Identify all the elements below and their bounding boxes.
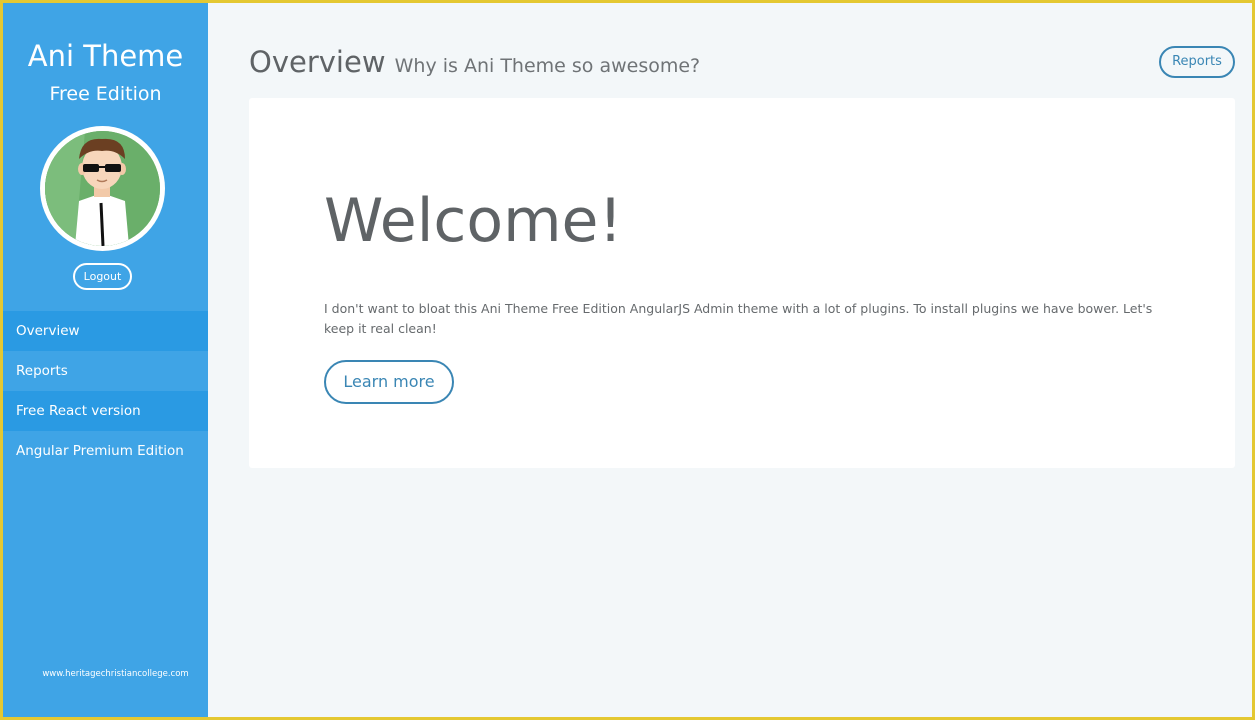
welcome-card: Welcome! I don't want to bloat this Ani …	[249, 98, 1235, 468]
sidebar-item-free-react-version[interactable]: Free React version	[3, 391, 208, 431]
sidebar-item-overview[interactable]: Overview	[3, 311, 208, 351]
page-subtitle: Why is Ani Theme so awesome?	[394, 55, 701, 77]
learn-more-button[interactable]: Learn more	[324, 360, 454, 404]
brand-subtitle: Free Edition	[49, 83, 162, 105]
avatar-image	[45, 131, 160, 246]
brand-title: Ani Theme	[27, 39, 184, 73]
sidebar: Ani Theme Free Edition Logout Overview R…	[3, 3, 208, 717]
sidebar-item-reports[interactable]: Reports	[3, 351, 208, 391]
app-frame: Ani Theme Free Edition Logout Overview R…	[0, 0, 1255, 720]
logout-button[interactable]: Logout	[73, 263, 132, 290]
avatar	[40, 126, 165, 251]
watermark-text: www.heritagechristiancollege.com	[42, 669, 189, 679]
welcome-heading: Welcome!	[324, 186, 623, 256]
page-title: Overview	[249, 45, 386, 79]
avatar-illustration	[45, 131, 160, 246]
page-header: Overview Why is Ani Theme so awesome?	[249, 45, 700, 79]
sidebar-nav: Overview Reports Free React version Angu…	[3, 311, 208, 471]
reports-button[interactable]: Reports	[1159, 46, 1235, 78]
sidebar-item-angular-premium-edition[interactable]: Angular Premium Edition	[3, 431, 208, 471]
welcome-description: I don't want to bloat this Ani Theme Fre…	[324, 301, 1153, 336]
